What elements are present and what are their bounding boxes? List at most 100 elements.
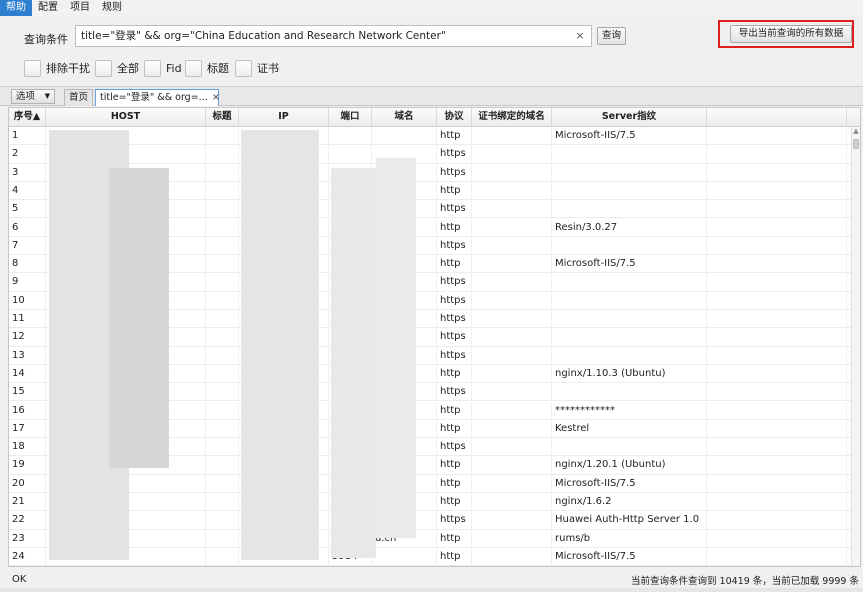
protocol-cell: http: [437, 181, 472, 200]
vertical-scrollbar[interactable]: ▲: [851, 127, 860, 566]
menu-bar: 帮助 配置 项目 规则: [0, 0, 863, 16]
title-cell: [206, 511, 239, 530]
protocol-cell: https: [437, 200, 472, 219]
extra-cell: [707, 181, 847, 200]
server-cell: [552, 163, 707, 182]
cert-checkbox[interactable]: 证书: [235, 59, 279, 77]
title-cell: [206, 181, 239, 200]
clear-icon[interactable]: ×: [574, 29, 586, 43]
scroll-thumb[interactable]: [853, 139, 859, 149]
row-number: 5: [9, 200, 46, 219]
fid-checkbox[interactable]: Fid: [144, 59, 182, 77]
protocol-cell: https: [437, 383, 472, 402]
table-row[interactable]: 20613httpMicrosoft-IIS/7.5: [9, 474, 860, 493]
server-cell: [552, 438, 707, 457]
header-no[interactable]: 序号▲: [9, 108, 46, 127]
protocol-cell: http: [437, 474, 472, 493]
title-cell: [206, 328, 239, 347]
row-number: 1: [9, 127, 46, 145]
title-cell: [206, 456, 239, 475]
server-cell: Huawei Auth-Http Server 1.0: [552, 511, 707, 530]
header-cert-domain[interactable]: 证书绑定的域名: [472, 108, 552, 127]
extra-cell: [707, 401, 847, 420]
status-ok: OK: [12, 574, 27, 585]
title-checkbox[interactable]: 标题: [185, 59, 229, 77]
header-domain[interactable]: 域名: [372, 108, 437, 127]
server-cell: [552, 291, 707, 310]
close-icon[interactable]: ×: [212, 92, 220, 103]
extra-cell: [707, 236, 847, 255]
extra-cell: [707, 383, 847, 402]
checkbox-box[interactable]: [235, 59, 252, 77]
server-cell: [552, 181, 707, 200]
protocol-cell: https: [437, 273, 472, 292]
menu-config[interactable]: 配置: [32, 0, 64, 16]
header-port[interactable]: 端口: [329, 108, 372, 127]
server-cell: [552, 310, 707, 328]
title-cell: [206, 200, 239, 219]
cert-domain-cell: [472, 383, 552, 402]
domain-cell: [372, 127, 437, 145]
header-protocol[interactable]: 协议: [437, 108, 472, 127]
checkbox-box[interactable]: [24, 59, 41, 77]
header-host[interactable]: HOST: [46, 108, 206, 127]
tab-query[interactable]: title="登录" && org=... ×: [95, 89, 220, 106]
checkbox-box[interactable]: [185, 59, 202, 77]
cert-domain-cell: [472, 456, 552, 475]
extra-cell: [707, 511, 847, 530]
protocol-cell: http: [437, 218, 472, 237]
row-number: 6: [9, 218, 46, 237]
menu-help[interactable]: 帮助: [0, 0, 32, 16]
protocol-cell: http: [437, 364, 472, 383]
row-number: 17: [9, 419, 46, 438]
extra-cell: [707, 145, 847, 164]
row-number: 22: [9, 511, 46, 530]
query-input[interactable]: title="登录" && org="China Education and R…: [75, 25, 592, 47]
checkbox-label: Fid: [166, 61, 182, 75]
extra-cell: [707, 255, 847, 274]
checkbox-label: 证书: [257, 62, 279, 75]
table-row[interactable]: 2413:5218.197.8.135984httpMicrosoft-IIS/…: [9, 547, 860, 566]
server-cell: Microsoft-IIS/7.5: [552, 547, 707, 566]
tab-home[interactable]: 首页: [64, 89, 93, 106]
server-cell: Kestrel: [552, 419, 707, 438]
menu-project[interactable]: 项目: [64, 0, 96, 16]
table-row[interactable]: 210httpnginx/1.6.2: [9, 493, 860, 512]
protocol-cell: https: [437, 145, 472, 164]
table-row[interactable]: 2 https: [9, 145, 860, 164]
row-number: 15: [9, 383, 46, 402]
title-cell: [206, 346, 239, 365]
search-button[interactable]: 查询: [597, 27, 626, 45]
export-all-button[interactable]: 导出当前查询的所有数据: [730, 25, 852, 43]
title-cell: [206, 218, 239, 237]
cert-domain-cell: [472, 218, 552, 237]
options-dropdown[interactable]: 选项 ▼: [11, 89, 55, 104]
title-cell: [206, 310, 239, 328]
header-server[interactable]: Server指纹: [552, 108, 707, 127]
header-ip[interactable]: IP: [239, 108, 329, 127]
extra-cell: [707, 200, 847, 219]
all-checkbox[interactable]: 全部: [95, 59, 139, 77]
server-cell: [552, 346, 707, 365]
table-row[interactable]: 1 http Microsoft-IIS/7.5: [9, 127, 860, 146]
extra-cell: [707, 291, 847, 310]
table-row[interactable]: 23 u.cn http rums/b: [9, 529, 860, 548]
extra-cell: [707, 163, 847, 182]
title-cell: [206, 529, 239, 548]
tab-bar: 选项 ▼ 首页 title="登录" && org=... ×: [0, 86, 863, 106]
exclude-noise-checkbox[interactable]: 排除干扰: [24, 59, 90, 77]
table-row[interactable]: 22 https Huawei Auth-Http Server 1.0: [9, 511, 860, 530]
row-number: 18: [9, 438, 46, 457]
query-label: 查询条件: [24, 33, 68, 46]
cert-domain-cell: [472, 419, 552, 438]
header-title[interactable]: 标题: [206, 108, 239, 127]
checkbox-box[interactable]: [144, 59, 161, 77]
extra-cell: [707, 310, 847, 328]
row-number: 3: [9, 163, 46, 182]
menu-rules[interactable]: 规则: [96, 0, 128, 16]
server-cell: Microsoft-IIS/7.5: [552, 474, 707, 493]
row-number: 11: [9, 310, 46, 328]
checkbox-box[interactable]: [95, 59, 112, 77]
checkbox-label: 全部: [117, 62, 139, 75]
scroll-up-icon[interactable]: ▲: [852, 127, 860, 135]
